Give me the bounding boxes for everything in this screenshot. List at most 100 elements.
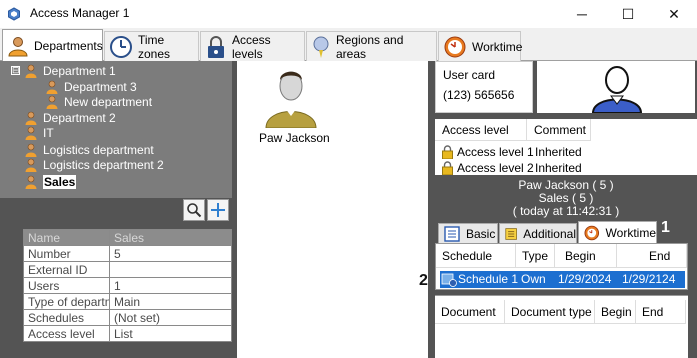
tab-label: Departments: [34, 38, 103, 53]
plus-icon: [211, 203, 225, 217]
employee-name: Paw Jackson: [259, 131, 330, 145]
property-value[interactable]: 5: [109, 245, 232, 262]
column-header-type[interactable]: Type: [516, 244, 555, 268]
right-splitter[interactable]: [428, 61, 435, 358]
search-button[interactable]: [183, 199, 205, 221]
property-value[interactable]: [109, 261, 232, 278]
tab-label: Time zones: [138, 32, 171, 61]
tree-item-department-3[interactable]: Department 3: [46, 79, 137, 95]
access-level-row[interactable]: Access level 1 Inherited: [435, 144, 605, 160]
property-row[interactable]: Users 1: [23, 277, 232, 294]
employee-summary: Paw Jackson ( 5 ) Sales ( 5 ) ( today at…: [435, 179, 697, 218]
property-key: Name: [23, 229, 110, 246]
tab-label: Regions and areas: [336, 32, 404, 61]
tree-item-new-department[interactable]: New department: [46, 94, 152, 110]
tab-additional[interactable]: Additional: [499, 223, 577, 243]
employee-photo[interactable]: [537, 61, 695, 113]
tree-collapse-toggle[interactable]: ⊟: [11, 66, 20, 75]
main-tab-strip: Departments Time zones Access levels Reg…: [0, 28, 697, 61]
maximize-button[interactable]: ☐: [605, 0, 651, 28]
schedule-row[interactable]: Schedule 1 Own 1/29/2024 1/29/2124: [440, 271, 685, 288]
tree-item-logistics-department-2[interactable]: Logistics department 2: [25, 157, 164, 173]
property-key: Users: [23, 277, 110, 294]
padlock-icon: [208, 35, 224, 58]
close-button[interactable]: ✕: [651, 0, 697, 28]
person-icon: [25, 64, 37, 78]
app-icon: [8, 7, 20, 21]
person-icon: [25, 175, 37, 189]
person-icon: [25, 158, 37, 172]
property-key: Access level: [23, 325, 110, 342]
user-card-number: (123) 565656: [443, 88, 515, 102]
column-header-begin[interactable]: Begin: [555, 244, 617, 268]
tab-regions-and-areas[interactable]: Regions and areas: [306, 31, 437, 61]
property-row[interactable]: Name Sales: [23, 229, 232, 246]
tab-departments[interactable]: Departments: [2, 29, 103, 61]
padlock-icon: [442, 161, 453, 175]
property-key: Number: [23, 245, 110, 262]
person-icon: [25, 111, 37, 125]
tab-label: Worktime: [605, 225, 656, 240]
access-level-cell: Access level 1: [435, 145, 535, 159]
column-header-schedule[interactable]: Schedule: [436, 244, 516, 268]
user-card-title: User card: [443, 68, 496, 82]
department-tree: ⊟ Department 1 Department 3 New departme…: [0, 61, 232, 198]
tab-basic[interactable]: Basic: [438, 223, 498, 243]
documents-table: Document Document type Begin End: [435, 295, 688, 358]
minimize-button[interactable]: ─: [559, 0, 605, 28]
access-level-row[interactable]: Access level 2 Inherited: [435, 160, 605, 176]
column-header-doc-end[interactable]: End: [636, 300, 686, 324]
property-row[interactable]: Schedules (Not set): [23, 309, 232, 326]
access-level-comment: Inherited: [535, 145, 582, 159]
tab-time-zones[interactable]: Time zones: [104, 31, 199, 61]
tree-item-department-2[interactable]: Department 2: [25, 110, 116, 126]
property-value[interactable]: 1: [109, 277, 232, 294]
property-row[interactable]: Number 5: [23, 245, 232, 262]
property-value[interactable]: List: [109, 325, 232, 342]
schedule-name: Schedule 1: [458, 272, 519, 286]
column-header-document[interactable]: Document: [435, 300, 505, 324]
tree-item-sales[interactable]: Sales: [25, 174, 77, 190]
property-value[interactable]: Main: [109, 293, 232, 310]
column-header-access-level[interactable]: Access level: [435, 119, 527, 141]
tree-item-it[interactable]: IT: [25, 125, 54, 141]
property-row[interactable]: Access level List: [23, 325, 232, 342]
property-value[interactable]: (Not set): [109, 309, 232, 326]
person-icon: [25, 126, 37, 140]
column-header-doc-begin[interactable]: Begin: [595, 300, 636, 324]
tree-item-logistics-department[interactable]: Logistics department: [25, 142, 154, 158]
schedule-table: Schedule Type Begin End Schedule 1 Own 1…: [435, 243, 688, 290]
tab-worktime-details[interactable]: Worktime: [578, 221, 657, 243]
property-row[interactable]: Type of departmentMain: [23, 293, 232, 310]
column-header-comment[interactable]: Comment: [527, 119, 591, 141]
annotation-marker-1: 1: [661, 219, 670, 236]
add-department-button[interactable]: [207, 199, 229, 221]
employee-card[interactable]: Paw Jackson: [237, 61, 347, 151]
property-value[interactable]: Sales: [109, 229, 232, 246]
title-bar: Access Manager 1 ─ ☐ ✕: [0, 0, 697, 28]
details-tab-strip: Basic Additional Worktime: [435, 221, 697, 243]
search-icon: [187, 203, 202, 218]
access-level-cell: Access level 2: [435, 161, 535, 175]
tab-access-levels[interactable]: Access levels: [200, 31, 305, 61]
property-row[interactable]: External ID: [23, 261, 232, 278]
tree-item-department-1[interactable]: Department 1: [25, 63, 116, 79]
schedule-begin: 1/29/2024: [558, 272, 612, 286]
tab-label: Access levels: [232, 32, 271, 61]
user-card: User card (123) 565656: [435, 61, 533, 113]
schedule-type: Own: [521, 272, 546, 286]
tab-worktime[interactable]: Worktime: [438, 31, 522, 61]
property-key: Type of department: [23, 293, 110, 310]
person-icon: [25, 143, 37, 157]
worktime-clock-icon: [444, 36, 466, 57]
tab-label: Additional: [523, 226, 576, 241]
employee-details: User card (123) 565656 Access level Comm…: [419, 61, 697, 358]
list-icon: [444, 225, 460, 242]
person-icon: [46, 95, 58, 109]
employee-list: Paw Jackson: [237, 61, 428, 358]
column-header-document-type[interactable]: Document type: [505, 300, 595, 324]
person-icon: [8, 36, 28, 56]
person-icon: [46, 80, 58, 94]
column-header-end[interactable]: End: [617, 244, 687, 268]
schedule-end: 1/29/2124: [622, 272, 676, 286]
